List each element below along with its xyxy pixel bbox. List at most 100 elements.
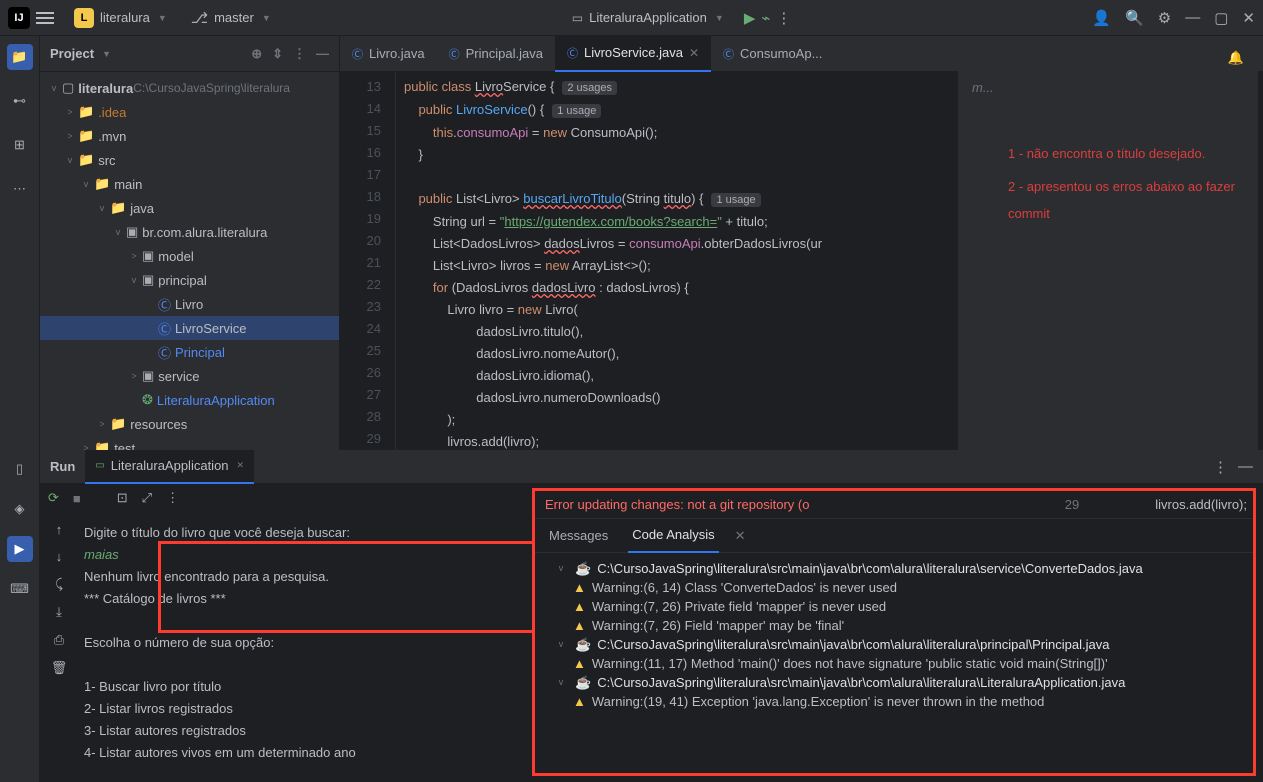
terminal-icon[interactable]: ⌨ xyxy=(7,576,33,602)
tree-item[interactable]: >📁test xyxy=(40,436,339,450)
branch-name[interactable]: master xyxy=(214,10,254,25)
chevron-down-icon[interactable]: ▼ xyxy=(158,13,167,23)
bell-icon[interactable]: 🔔 xyxy=(1228,50,1244,66)
titlebar: IJ L literalura ▼ ⎇ master ▼ ▭ Literalur… xyxy=(0,0,1263,36)
project-panel: Project ▼ ⊕ ⇕ ⋮ — v▢literalura C:\CursoJ… xyxy=(40,36,340,450)
maximize-icon[interactable]: ▢ xyxy=(1214,9,1228,27)
console-tools: ↑ ↓ ⤹ ⤓ ⎙ 🗑 xyxy=(40,512,78,782)
analysis-warning[interactable]: ▲Warning:(11, 17) Method 'main()' does n… xyxy=(539,654,1249,673)
up-icon[interactable]: ↑ xyxy=(56,522,63,537)
tab-code-analysis[interactable]: Code Analysis xyxy=(628,519,718,553)
analysis-panel: Error updating changes: not a git reposi… xyxy=(532,488,1256,776)
expand-all-icon[interactable]: ⇕ xyxy=(272,46,283,62)
search-icon[interactable]: 🔍 xyxy=(1125,9,1144,27)
tree-root[interactable]: v▢literalura C:\CursoJavaSpring\literalu… xyxy=(40,76,339,100)
editor-tab[interactable]: ⒸLivroService.java✕ xyxy=(555,36,711,72)
tree-item[interactable]: >📁resources xyxy=(40,412,339,436)
chevron-down-icon[interactable]: ▼ xyxy=(102,49,111,59)
peek-code-line: livros.add(livro); xyxy=(1155,497,1247,512)
tree-item[interactable]: ⒸPrincipal xyxy=(40,340,339,364)
tree-item[interactable]: >▣model xyxy=(40,244,339,268)
editor-tab[interactable]: ⒸPrincipal.java xyxy=(437,36,555,72)
close-icon[interactable]: ✕ xyxy=(237,460,245,471)
tree-item[interactable]: >▣service xyxy=(40,364,339,388)
annotation-line2: 2 - apresentou os erros abaixo ao fazer … xyxy=(1008,173,1256,227)
more-icon[interactable]: ⋮ xyxy=(1213,458,1228,476)
rerun-icon[interactable]: ⟳ xyxy=(48,490,59,506)
tab-messages[interactable]: Messages xyxy=(545,528,612,543)
run-icon[interactable]: ▶ xyxy=(744,9,756,27)
services-icon[interactable]: ◈ xyxy=(7,496,33,522)
project-panel-title: Project xyxy=(50,46,94,61)
analysis-file-row[interactable]: v☕C:\CursoJavaSpring\literalura\src\main… xyxy=(539,635,1249,654)
tree-item[interactable]: ⒸLivroService xyxy=(40,316,339,340)
editor-tab[interactable]: ⒸConsumoAp... xyxy=(711,36,834,72)
minimize-icon[interactable]: — xyxy=(1185,9,1200,26)
down-icon[interactable]: ↓ xyxy=(56,549,63,564)
annotation-box xyxy=(158,541,556,633)
run-config-tab[interactable]: ▭ LiteraluraApplication ✕ xyxy=(85,450,254,484)
dump-threads-icon[interactable]: ⊡ xyxy=(117,490,128,506)
run-tool-icon[interactable]: ▶ xyxy=(7,536,33,562)
select-opened-file-icon[interactable]: ⊕ xyxy=(251,46,262,62)
close-icon[interactable]: ✕ xyxy=(1242,9,1255,27)
soft-wrap-icon[interactable]: ⤹ xyxy=(55,576,63,592)
clear-icon[interactable]: 🗑 xyxy=(51,660,68,676)
notif-placeholder: m... xyxy=(972,80,994,95)
run-config-icon[interactable]: ▭ xyxy=(572,11,583,25)
close-icon[interactable]: ✕ xyxy=(735,528,746,544)
bottom-left-rail: ▯ ◈ ▶ ⌨ xyxy=(0,450,40,782)
project-tool-icon[interactable]: 📁 xyxy=(7,44,33,70)
settings-icon[interactable]: ⋮ xyxy=(293,46,306,62)
run-badge-icon: ▭ xyxy=(95,460,104,471)
chevron-down-icon[interactable]: ▼ xyxy=(262,13,271,23)
tree-item[interactable]: v📁main xyxy=(40,172,339,196)
tree-item[interactable]: v📁java xyxy=(40,196,339,220)
debug-icon[interactable]: ⌁ xyxy=(761,9,770,27)
analysis-warning[interactable]: ▲Warning:(6, 14) Class 'ConverteDados' i… xyxy=(539,578,1249,597)
analysis-results[interactable]: v☕C:\CursoJavaSpring\literalura\src\main… xyxy=(535,553,1253,773)
editor-tab[interactable]: ⒸLivro.java xyxy=(340,36,437,72)
settings-icon[interactable]: ⚙ xyxy=(1158,9,1171,27)
annotation-line1: 1 - não encontra o título desejado. xyxy=(1008,140,1256,167)
project-tree[interactable]: v▢literalura C:\CursoJavaSpring\literalu… xyxy=(40,72,339,450)
structure-tool-icon[interactable]: ⊞ xyxy=(7,132,33,158)
bookmarks-icon[interactable]: ▯ xyxy=(7,456,33,482)
vcs-error-message: Error updating changes: not a git reposi… xyxy=(535,491,1049,518)
tree-item[interactable]: ❂LiteraluraApplication xyxy=(40,388,339,412)
tree-item[interactable]: >📁.idea xyxy=(40,100,339,124)
commit-tool-icon[interactable]: ⊷ xyxy=(7,88,33,114)
tree-item[interactable]: ⒸLivro xyxy=(40,292,339,316)
hide-icon[interactable]: — xyxy=(316,46,329,62)
project-name[interactable]: literalura xyxy=(100,10,150,25)
branch-icon[interactable]: ⎇ xyxy=(191,9,208,27)
chevron-down-icon[interactable]: ▼ xyxy=(715,13,724,23)
line-gutter: 1314151617181920212223242526272829 xyxy=(340,72,396,450)
analysis-warning[interactable]: ▲Warning:(7, 26) Field 'mapper' may be '… xyxy=(539,616,1249,635)
notifications-panel[interactable]: 🔔 m... xyxy=(958,36,1258,456)
tree-item[interactable]: v▣br.com.alura.literalura xyxy=(40,220,339,244)
analysis-file-row[interactable]: v☕C:\CursoJavaSpring\literalura\src\main… xyxy=(539,559,1249,578)
hide-icon[interactable]: — xyxy=(1238,458,1253,475)
run-title: Run xyxy=(50,459,75,474)
tree-item[interactable]: >📁.mvn xyxy=(40,124,339,148)
run-config-name[interactable]: LiteraluraApplication xyxy=(589,10,707,25)
code-with-me-icon[interactable]: 👤 xyxy=(1092,9,1111,27)
tree-item[interactable]: v▣principal xyxy=(40,268,339,292)
analysis-file-row[interactable]: v☕C:\CursoJavaSpring\literalura\src\main… xyxy=(539,673,1249,692)
stop-icon[interactable]: ■ xyxy=(73,491,81,506)
analysis-warning[interactable]: ▲Warning:(7, 26) Private field 'mapper' … xyxy=(539,597,1249,616)
main-menu-icon[interactable] xyxy=(36,9,54,27)
print-icon[interactable]: ⎙ xyxy=(54,632,64,648)
project-badge[interactable]: L xyxy=(74,8,94,28)
user-annotation: 1 - não encontra o título desejado. 2 - … xyxy=(1008,140,1256,227)
more-tools-icon[interactable]: ⋯ xyxy=(7,176,33,202)
analysis-warning[interactable]: ▲Warning:(19, 41) Exception 'java.lang.E… xyxy=(539,692,1249,711)
more-icon[interactable]: ⋮ xyxy=(166,490,179,506)
tree-item[interactable]: v📁src xyxy=(40,148,339,172)
more-icon[interactable]: ⋮ xyxy=(776,9,791,27)
scroll-end-icon[interactable]: ⤓ xyxy=(56,604,62,620)
run-tab-label: LiteraluraApplication xyxy=(111,458,229,473)
exit-icon[interactable]: ⤢ xyxy=(142,490,152,506)
ide-logo: IJ xyxy=(8,7,30,29)
